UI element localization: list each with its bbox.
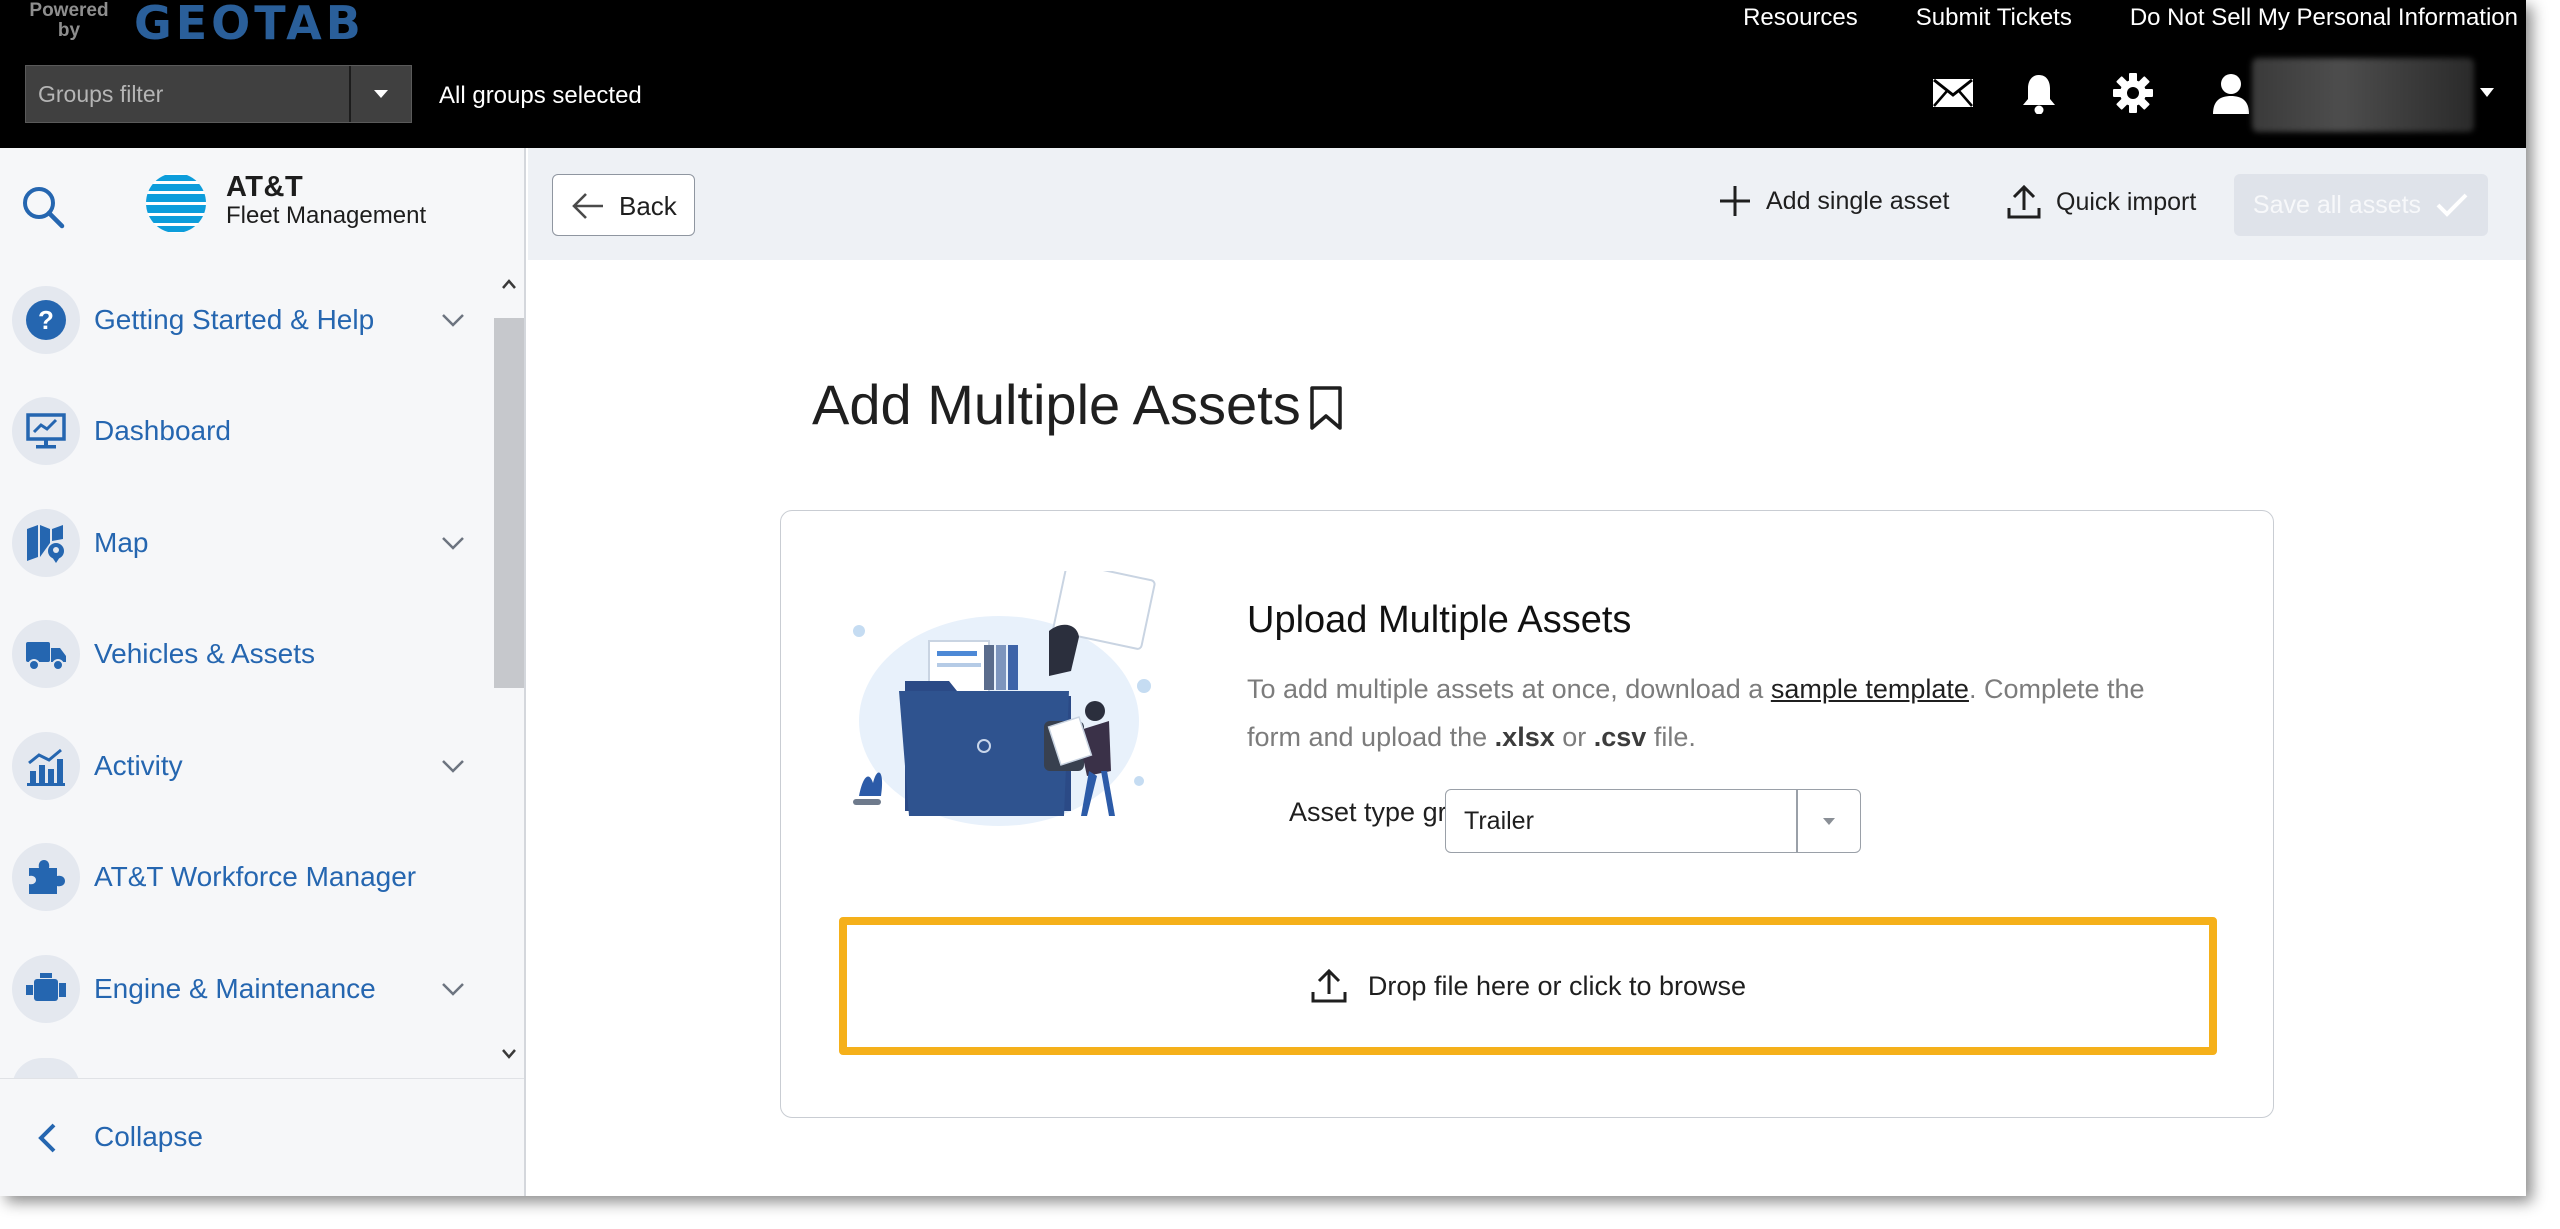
desc-end: file. (1646, 722, 1696, 752)
select-divider (1796, 790, 1798, 852)
file-dropzone[interactable]: Drop file here or click to browse (839, 917, 2217, 1055)
quick-import-label: Quick import (2056, 187, 2197, 216)
sidebar-item-engine-maintenance[interactable]: Engine & Maintenance (0, 933, 494, 1045)
groups-filter-input[interactable] (26, 66, 350, 122)
sidebar-scrollbar[interactable] (494, 266, 524, 1066)
chevron-down-icon[interactable] (440, 753, 466, 779)
upload-description: To add multiple assets at once, download… (1247, 665, 2177, 761)
asset-type-group-select[interactable]: Trailer (1445, 789, 1861, 853)
sidebar-item-map[interactable]: Map (0, 487, 494, 599)
map-icon (12, 508, 80, 577)
user-menu-caret-icon[interactable] (2480, 88, 2494, 97)
puzzle-icon (12, 843, 80, 912)
engine-icon (12, 954, 80, 1023)
sidebar-item-workforce-manager[interactable]: AT&T Workforce Manager (0, 822, 494, 934)
page-toolbar: Back Add single asset Quick import Save … (528, 148, 2526, 260)
back-button[interactable]: Back (552, 174, 695, 236)
desc-or: or (1554, 722, 1594, 752)
sidebar-item-dashboard[interactable]: Dashboard (0, 376, 494, 488)
do-not-sell-link[interactable]: Do Not Sell My Personal Information (2130, 4, 2518, 32)
chevron-down-icon[interactable] (440, 976, 466, 1002)
top-links: Resources Submit Tickets Do Not Sell My … (1743, 4, 2518, 32)
desc-before: To add multiple assets at once, download… (1247, 674, 1771, 704)
main-content: Add Multiple Assets Upload Multiple Asse… (528, 260, 2526, 1196)
sidebar-item-label: AT&T Workforce Manager (94, 861, 417, 893)
upload-card: Upload Multiple Assets To add multiple a… (780, 510, 2274, 1118)
activity-icon (12, 731, 80, 800)
mail-icon[interactable] (1930, 70, 1976, 116)
att-brand-line1: AT&T (226, 171, 304, 203)
att-brand-line2: Fleet Management (226, 202, 427, 229)
bookmark-icon[interactable] (1306, 384, 1346, 432)
save-all-assets-label: Save all assets (2252, 190, 2422, 219)
top-bar: Powered by GEOTAB Resources Submit Ticke… (0, 0, 2526, 148)
chevron-down-icon[interactable] (440, 530, 466, 556)
app-window: Powered by GEOTAB Resources Submit Ticke… (0, 0, 2526, 1196)
sidebar-item-label: Vehicles & Assets (94, 638, 316, 670)
dropzone-label: Drop file here or click to browse (1367, 970, 1747, 1001)
asset-type-group-value: Trailer (1464, 807, 1534, 835)
gear-icon[interactable] (2110, 70, 2156, 116)
folder-illustration (853, 571, 1156, 826)
user-icon[interactable] (2208, 70, 2254, 116)
sidebar-item-label: Map (94, 526, 149, 558)
submit-tickets-link[interactable]: Submit Tickets (1916, 4, 2072, 32)
arrow-left-icon (572, 193, 603, 219)
upload-icon (1311, 968, 1347, 1003)
caret-down-icon (374, 90, 388, 98)
user-name-redacted[interactable] (2252, 58, 2474, 132)
save-all-assets-button[interactable]: Save all assets (2234, 174, 2488, 236)
att-globe-logo (145, 172, 207, 234)
chevron-down-icon[interactable] (440, 307, 466, 333)
groups-status-text: All groups selected (439, 82, 642, 109)
add-single-asset-button[interactable]: Add single asset (1718, 184, 1949, 218)
back-label: Back (619, 191, 677, 221)
groups-filter (25, 65, 412, 123)
caret-down-icon[interactable] (1823, 818, 1835, 825)
sample-template-link[interactable]: sample template (1771, 674, 1969, 704)
sidebar-item-label: Getting Started & Help (94, 303, 375, 335)
add-single-asset-label: Add single asset (1766, 186, 1950, 215)
sidebar: AT&T Fleet Management ? Getting Started … (0, 148, 526, 1196)
truck-icon (12, 620, 80, 689)
plus-icon (1720, 186, 1750, 216)
sidebar-item-label: Engine & Maintenance (94, 972, 376, 1004)
scrollbar-thumb[interactable] (494, 318, 524, 688)
search-icon[interactable] (20, 184, 66, 230)
groups-filter-dropdown-button[interactable] (349, 66, 411, 122)
upload-card-title: Upload Multiple Assets (1247, 599, 1632, 641)
bell-icon[interactable] (2016, 70, 2062, 116)
resources-link[interactable]: Resources (1743, 4, 1858, 32)
xlsx-extension: .xlsx (1494, 722, 1555, 752)
powered-by-text: Powered by (29, 0, 109, 41)
collapse-button[interactable]: Collapse (0, 1078, 524, 1196)
chevron-left-icon (38, 1123, 56, 1153)
sidebar-item-vehicles-assets[interactable]: Vehicles & Assets (0, 599, 494, 711)
geotab-logo: GEOTAB (134, 0, 365, 50)
quick-import-button[interactable]: Quick import (2006, 184, 2196, 220)
scroll-down-icon[interactable] (501, 1046, 517, 1062)
sidebar-item-getting-started[interactable]: ? Getting Started & Help (0, 264, 494, 376)
sidebar-nav: ? Getting Started & Help Dashboard Map V… (0, 264, 494, 1045)
sidebar-item-activity[interactable]: Activity (0, 710, 494, 822)
checkmark-icon (2436, 193, 2468, 217)
sidebar-item-label: Activity (94, 749, 183, 781)
att-fleet-brand: AT&T Fleet Management (226, 172, 426, 230)
dashboard-icon (12, 397, 80, 466)
svg-text:?: ? (38, 305, 54, 335)
csv-extension: .csv (1593, 722, 1647, 752)
sidebar-item-label: Dashboard (94, 415, 231, 447)
help-icon: ? (12, 285, 80, 354)
scroll-up-icon[interactable] (501, 276, 517, 292)
page-title: Add Multiple Assets (812, 373, 1301, 436)
collapse-label: Collapse (94, 1121, 203, 1152)
upload-icon (2007, 184, 2041, 219)
